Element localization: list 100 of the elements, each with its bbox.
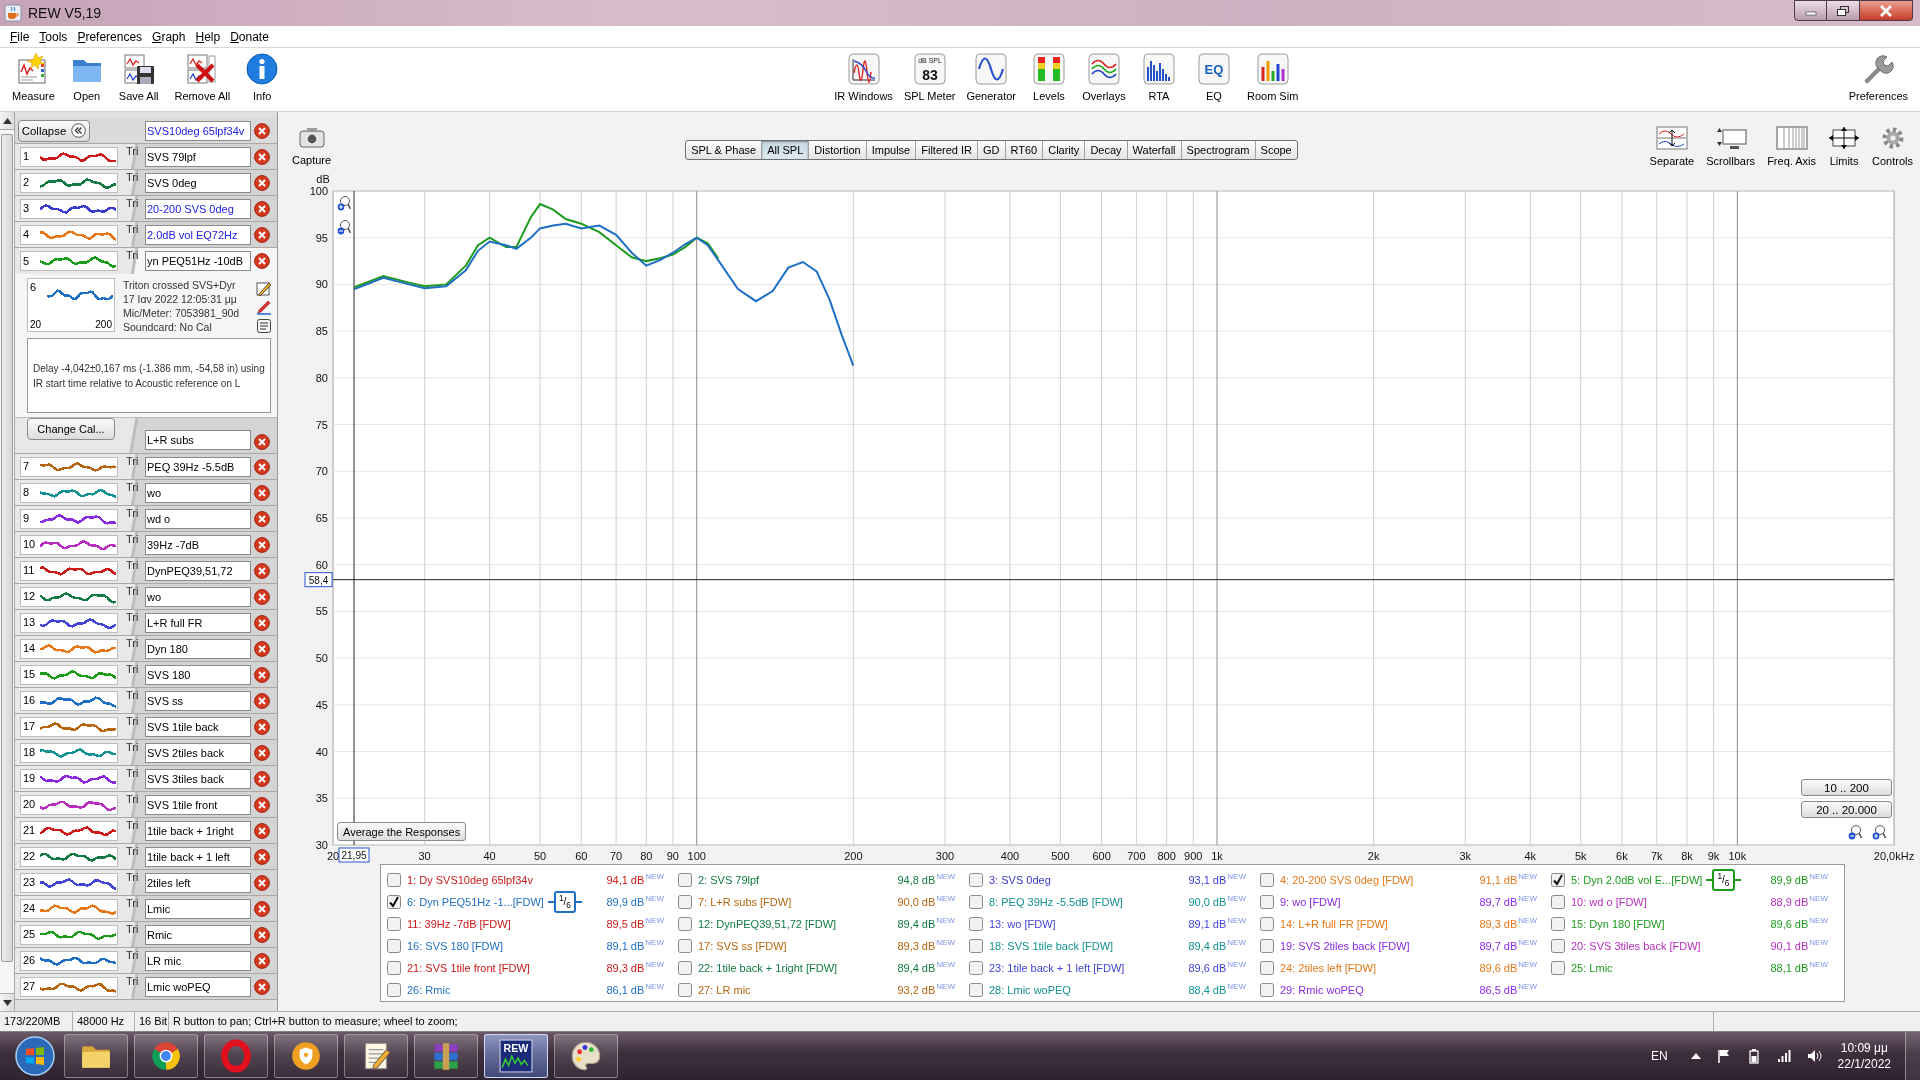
close-icon[interactable] — [254, 978, 270, 995]
graph-thumbnail[interactable]: 7 — [20, 456, 118, 477]
grid-columns-icon[interactable] — [1775, 126, 1808, 150]
checkbox[interactable] — [678, 895, 692, 909]
taskbar-button[interactable] — [274, 1034, 338, 1078]
legend-label[interactable]: 16: SVS 180 [FDW] — [407, 940, 503, 952]
remove-all-button[interactable]: Remove All — [170, 52, 235, 103]
close-icon[interactable] — [254, 718, 270, 735]
clock-time[interactable]: 10:09 μμ — [1840, 1040, 1888, 1056]
checkbox[interactable] — [1551, 939, 1565, 953]
close-icon[interactable] — [254, 200, 270, 217]
overlays-button[interactable]: Overlays — [1077, 52, 1130, 103]
maximize-button[interactable] — [1827, 0, 1860, 21]
checkbox[interactable] — [678, 917, 692, 931]
graph-tab[interactable]: GD — [978, 141, 1006, 159]
room-sim-button[interactable]: Room Sim — [1242, 52, 1303, 103]
legend-label[interactable]: 22: 1tile back + 1right [FDW] — [698, 962, 838, 974]
gear-icon[interactable] — [1880, 126, 1905, 150]
preferences-button[interactable]: Preferences — [1844, 52, 1912, 103]
checkbox[interactable] — [387, 873, 401, 887]
average-responses-button[interactable]: Average the Responses — [337, 822, 467, 841]
cursor-line[interactable] — [332, 579, 1895, 581]
pen-icon[interactable] — [256, 299, 272, 315]
graph-thumbnail[interactable]: 26 — [20, 950, 118, 971]
graph-thumbnail[interactable]: 22 — [20, 846, 118, 867]
close-icon[interactable] — [254, 122, 270, 139]
legend-label[interactable]: 27: LR mic — [698, 984, 751, 996]
checkbox[interactable] — [969, 983, 983, 997]
close-icon[interactable] — [254, 614, 270, 631]
menu-item[interactable]: Preferences — [72, 29, 148, 44]
checkbox[interactable] — [1551, 895, 1565, 909]
menu-item[interactable]: Tools — [34, 29, 73, 44]
smoothing-badge[interactable]: $^{1}$/$_{6}$ — [547, 890, 582, 914]
palette-icon[interactable] — [569, 1039, 603, 1073]
graph-thumbnail[interactable]: 19 — [20, 768, 118, 789]
signal-bars-icon[interactable] — [1775, 1048, 1792, 1064]
graph-thumbnail[interactable]: 10 — [20, 534, 118, 555]
legend-label[interactable]: 9: wo [FDW] — [1280, 896, 1341, 908]
legend-label[interactable]: 29: Rmic woPEQ — [1280, 984, 1364, 996]
taskbar-button[interactable] — [414, 1034, 478, 1078]
graph-thumbnail[interactable]: 18 — [20, 742, 118, 763]
legend-label[interactable]: 13: wo [FDW] — [989, 918, 1056, 930]
legend-label[interactable]: 6: Dyn PEQ51Hz -1...[FDW] — [407, 896, 544, 908]
clock-date[interactable]: 22/1/2022 — [1837, 1056, 1891, 1072]
app-logo-icon[interactable]: REW — [499, 1039, 533, 1073]
taskbar-button[interactable] — [134, 1034, 198, 1078]
close-icon[interactable] — [254, 434, 270, 450]
smoothing-badge[interactable]: $^{1}$/$_{6}$ — [1706, 868, 1741, 892]
close-icon[interactable] — [254, 666, 270, 683]
close-icon[interactable] — [254, 952, 270, 969]
close-icon[interactable] — [254, 692, 270, 709]
save-all-button[interactable]: Save All — [114, 52, 163, 103]
scrollbar-icon[interactable] — [1714, 126, 1747, 150]
caret-down-icon[interactable] — [2, 999, 12, 1006]
checkbox[interactable] — [1260, 961, 1274, 975]
legend-label[interactable]: 12: DynPEQ39,51,72 [FDW] — [698, 918, 837, 930]
menu-item[interactable]: File — [5, 29, 35, 44]
close-icon[interactable] — [254, 253, 270, 269]
legend-label[interactable]: 19: SVS 2tiles back [FDW] — [1280, 940, 1410, 952]
close-button[interactable] — [1860, 0, 1913, 21]
graph-tab[interactable]: Filtered IR — [916, 141, 978, 159]
checkbox[interactable] — [1260, 939, 1274, 953]
segmented-circle-icon[interactable] — [149, 1039, 183, 1073]
checkbox[interactable] — [1551, 961, 1565, 975]
wrench-icon[interactable] — [1862, 53, 1895, 85]
graph-tab[interactable]: All SPL — [762, 141, 810, 159]
range-button[interactable]: 20 .. 20.000 — [1801, 801, 1892, 818]
graph-thumbnail[interactable]: 21 — [20, 820, 118, 841]
legend-label[interactable]: 3: SVS 0deg — [989, 874, 1051, 886]
four-arrows-icon[interactable] — [1828, 126, 1861, 150]
menu-item[interactable]: Donate — [225, 29, 274, 44]
generator-button[interactable]: Generator — [962, 52, 1020, 103]
minimize-button[interactable] — [1794, 0, 1827, 21]
close-icon[interactable] — [254, 174, 270, 191]
ring-icon[interactable] — [219, 1039, 253, 1073]
close-icon[interactable] — [254, 588, 270, 605]
close-icon[interactable] — [254, 796, 270, 813]
close-icon[interactable] — [254, 770, 270, 787]
collapse-button[interactable]: Collapse — [18, 119, 90, 142]
info-icon[interactable] — [246, 53, 279, 85]
checkbox[interactable] — [1551, 917, 1565, 931]
graph-thumbnail[interactable]: 17 — [20, 716, 118, 737]
legend-label[interactable]: 5: Dyn 2.0dB vol E...[FDW] — [1571, 874, 1703, 886]
notepad-pencil-icon[interactable] — [256, 280, 272, 296]
graph-thumbnail[interactable]: 23 — [20, 872, 118, 893]
overlay-waves-icon[interactable] — [1087, 53, 1120, 85]
legend-label[interactable]: 25: Lmic — [1571, 962, 1613, 974]
close-icon[interactable] — [254, 822, 270, 839]
double-chevron-icon[interactable] — [71, 123, 87, 138]
checkbox[interactable] — [1551, 873, 1565, 887]
caret-up-icon[interactable] — [1689, 1052, 1702, 1060]
checkbox[interactable] — [969, 939, 983, 953]
language-indicator[interactable]: EN — [1650, 1049, 1668, 1063]
waveform-icon[interactable] — [847, 53, 880, 85]
change-cal-button[interactable]: Change Cal... — [27, 418, 115, 440]
graph-thumbnail[interactable]: 1 — [20, 146, 118, 167]
graph-tab[interactable]: Spectrogram — [1181, 141, 1256, 159]
graph-tab[interactable]: Scope — [1255, 141, 1297, 159]
bar-chart-icon[interactable] — [1142, 53, 1175, 85]
close-icon[interactable] — [254, 510, 270, 527]
